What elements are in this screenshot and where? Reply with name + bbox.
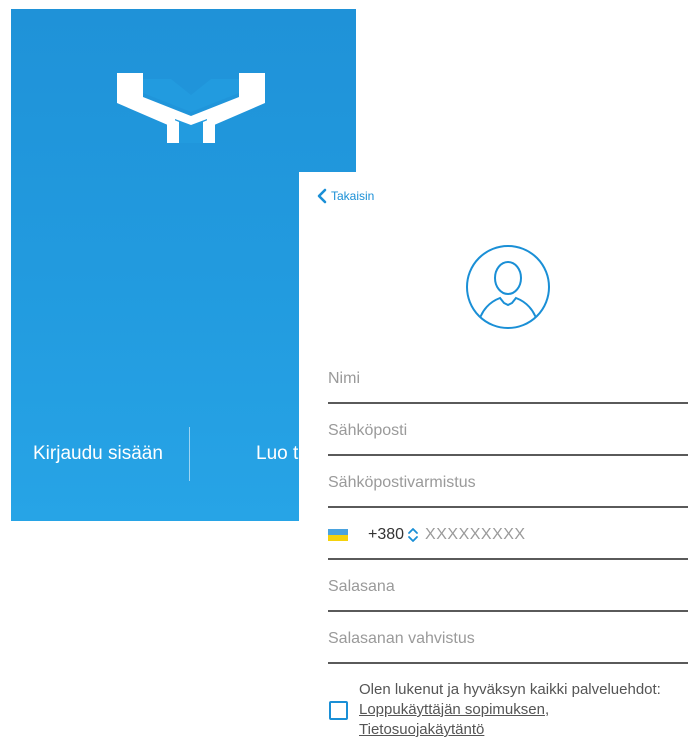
up-down-chevron-icon[interactable] <box>407 527 419 543</box>
actions-divider <box>189 427 190 481</box>
phone-placeholder: XXXXXXXXX <box>425 526 526 543</box>
user-avatar-icon[interactable] <box>464 243 552 331</box>
password-confirm-field[interactable]: Salasanan vahvistus <box>328 612 688 664</box>
phone-row: +380 XXXXXXXXX <box>328 526 526 544</box>
login-button[interactable]: Kirjaudu sisään <box>33 443 163 465</box>
terms-text: Olen lukenut ja hyväksyn kaikki palvelue… <box>359 680 661 740</box>
name-field[interactable]: Nimi <box>328 352 688 404</box>
name-placeholder: Nimi <box>328 370 360 387</box>
privacy-policy-link[interactable]: Tietosuojakäytäntö <box>359 721 484 738</box>
terms-separator: , <box>544 701 550 718</box>
back-label: Takaisin <box>331 189 375 203</box>
terms-agreement: Olen lukenut ja hyväksyn kaikki palvelue… <box>328 680 693 747</box>
create-account-button[interactable]: Luo t <box>256 443 298 465</box>
ukraine-flag-icon[interactable] <box>328 529 348 541</box>
chevron-left-icon <box>317 188 327 204</box>
screenshot: Kirjaudu sisään Luo t Takaisin Nimi Sähk… <box>0 0 697 747</box>
email-confirm-placeholder: Sähköpostivarmistus <box>328 474 476 491</box>
eula-link[interactable]: Loppukäyttäjän sopimuksen <box>359 701 545 718</box>
country-code[interactable]: +380 <box>368 526 404 544</box>
phone-field[interactable]: +380 XXXXXXXXX <box>328 508 688 560</box>
terms-statement: Olen lukenut ja hyväksyn kaikki palvelue… <box>359 681 661 698</box>
email-field[interactable]: Sähköposti <box>328 404 688 456</box>
email-confirm-field[interactable]: Sähköpostivarmistus <box>328 456 688 508</box>
password-field[interactable]: Salasana <box>328 560 688 612</box>
password-confirm-placeholder: Salasanan vahvistus <box>328 630 475 647</box>
brand-logo-icon <box>117 73 265 143</box>
registration-screen: Takaisin Nimi Sähköposti Sähköpostivarmi… <box>299 172 697 747</box>
back-button[interactable]: Takaisin <box>316 188 374 204</box>
terms-checkbox[interactable] <box>329 701 348 720</box>
password-placeholder: Salasana <box>328 578 395 595</box>
email-placeholder: Sähköposti <box>328 422 408 439</box>
